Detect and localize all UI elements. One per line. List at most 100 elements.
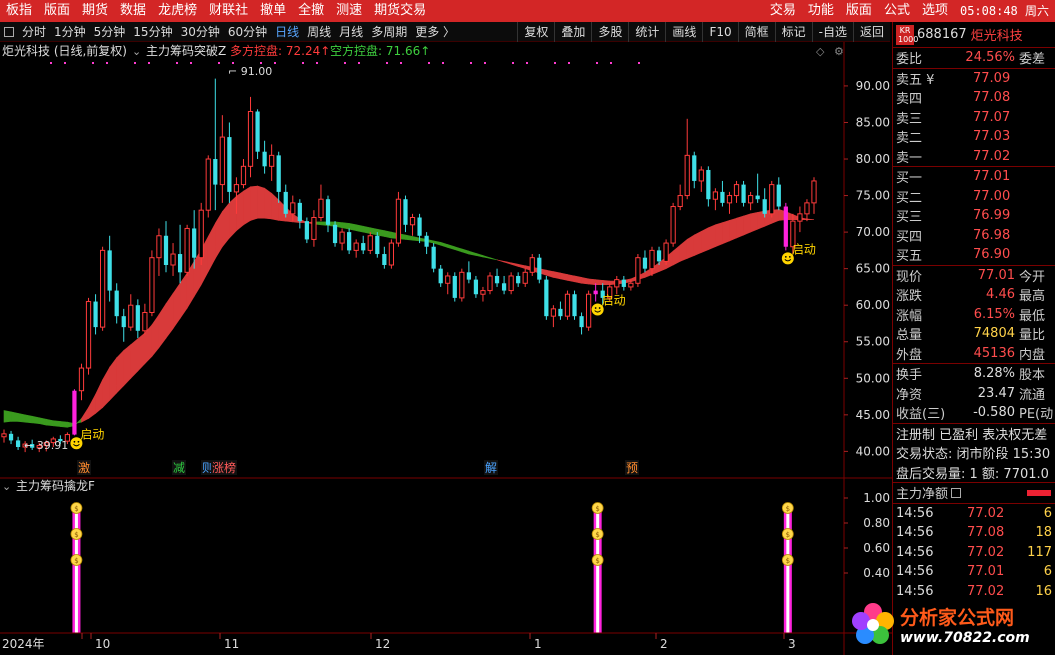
quote-header: KR 1000 688167 炬光科技 [893,22,1055,48]
candle-body [712,191,719,200]
dropdown-icon[interactable]: ⌄ [132,45,141,58]
period-tab-1[interactable]: 1分钟 [50,22,90,42]
kline-chart[interactable]: 启动启动启动 $$$$$$$$$ 90.0085.0080.0075.0070.… [0,42,892,655]
candle-body [219,136,225,186]
candle-body [635,257,641,284]
tool-button-0[interactable]: 复权 [517,22,554,42]
band-segment [60,421,68,428]
menu-right-item-4[interactable]: 选项 [916,0,954,22]
tool-button-3[interactable]: 统计 [628,22,665,42]
svg-text:$: $ [786,531,790,539]
period-tab-9[interactable]: 多周期 [367,22,411,42]
period-tab-3[interactable]: 15分钟 [129,22,176,42]
ask-row[interactable]: 卖一 77.02 [893,147,1055,167]
marker-dot [344,62,346,64]
menu-right-item-1[interactable]: 功能 [802,0,840,22]
candle-body [508,275,514,292]
tool-button-8[interactable]: -自选 [811,22,853,42]
netflow-toggle-icon[interactable] [951,487,962,498]
bid-price: 77.00 [973,188,1011,204]
band-segment [560,272,568,281]
candle-body [501,283,507,291]
candle-body [473,279,479,295]
band-segment [53,420,61,427]
period-tab-2[interactable]: 5分钟 [90,22,130,42]
info-text: 盘后交易量: 1 额: 7701.0 [896,466,1049,482]
menu-item-5[interactable]: 财联社 [203,0,254,22]
candle-body [347,232,352,251]
menu-right-item-0[interactable]: 交易 [764,0,802,22]
menu-item-7[interactable]: 全撤 [292,0,330,22]
bid-row[interactable]: 买五 76.90 [893,245,1055,265]
period-tab-0[interactable]: 分时 [18,22,50,42]
stat-label-2: 最低 [1019,308,1046,324]
menu-item-4[interactable]: 龙虎榜 [152,0,203,22]
ask-row[interactable]: 卖五 ¥ 77.09 [893,69,1055,89]
ask-row[interactable]: 卖二 77.03 [893,127,1055,147]
candle-body [804,202,810,215]
candle-body [233,184,240,193]
band-segment [3,410,12,423]
tool-button-7[interactable]: 标记 [774,22,812,42]
price-tick-label: 85.00 [856,115,890,129]
bid-row[interactable]: 买一 77.01 [893,167,1055,187]
band-segment [341,222,350,230]
marker-dot [386,62,388,64]
stat-label: 总量 [896,328,923,344]
price-tick-label: 75.00 [856,189,890,203]
candle-body [205,158,211,211]
menu-right-item-3[interactable]: 公式 [878,0,916,22]
diamond-icon[interactable]: ◇ [816,45,825,58]
period-tab-4[interactable]: 30分钟 [177,22,224,42]
price-tick-label: 65.00 [856,262,890,276]
candle-body [614,279,620,288]
period-tab-5[interactable]: 60分钟 [224,22,271,42]
period-tab-8[interactable]: 月线 [335,22,367,42]
menu-item-3[interactable]: 数据 [114,0,152,22]
tool-button-5[interactable]: F10 [702,22,737,42]
menu-item-0[interactable]: 板指 [0,0,38,22]
candle-body [367,235,373,251]
tool-button-9[interactable]: 返回 [852,22,890,42]
time-tick-label: 11 [224,637,239,651]
tool-button-1[interactable]: 叠加 [554,22,591,42]
menu-item-1[interactable]: 版面 [38,0,76,22]
time-tick-label: 2 [660,637,668,651]
stat-label-2: 内盘 [1019,347,1046,363]
time-tick-label: 12 [375,637,390,651]
ask-row[interactable]: 卖三 77.07 [893,108,1055,128]
bid-row[interactable]: 买四 76.98 [893,226,1055,246]
toggle-square-icon[interactable] [4,26,14,37]
period-tab-7[interactable]: 周线 [303,22,335,42]
signal-column: $ $ $ [781,502,794,633]
time-tick-label: 3 [788,637,796,651]
candle-body [747,195,754,204]
finance-block: 换手 8.28% 股本 净资 23.47 流通 收益(三) -0.580 PE(动 [893,364,1055,424]
marker-dot [610,62,612,64]
band-segment [736,215,744,239]
ask-row[interactable]: 卖四 77.08 [893,88,1055,108]
tool-button-6[interactable]: 简框 [737,22,775,42]
band-segment [384,230,392,239]
period-tab-10[interactable]: 更多 〉 [411,22,459,42]
bear-label: 空方控盘: 71.66↑ [330,43,430,58]
sub-dropdown-icon[interactable]: ⌄ [2,480,11,493]
price-tick-label: 80.00 [856,152,890,166]
band-segment [123,344,132,387]
menu-right-item-2[interactable]: 版面 [840,0,878,22]
menu-item-9[interactable]: 期货交易 [368,0,432,22]
tick-time: 14:56 [896,505,934,521]
tool-button-4[interactable]: 画线 [665,22,702,42]
candle-body [240,165,247,186]
period-tab-6[interactable]: 日线 [271,22,303,42]
candle-body [466,272,471,280]
tool-button-2[interactable]: 多股 [591,22,628,42]
bid-row[interactable]: 买二 77.00 [893,187,1055,207]
menu-item-6[interactable]: 撤单 [254,0,292,22]
finance-value: 8.28% [973,366,1015,382]
info-text: 注册制 已盈利 表决权无差 [896,427,1048,443]
bid-row[interactable]: 买三 76.99 [893,206,1055,226]
menu-item-2[interactable]: 期货 [76,0,114,22]
settings-icon[interactable]: ⚙ [834,45,844,58]
menu-item-8[interactable]: 测速 [330,0,368,22]
